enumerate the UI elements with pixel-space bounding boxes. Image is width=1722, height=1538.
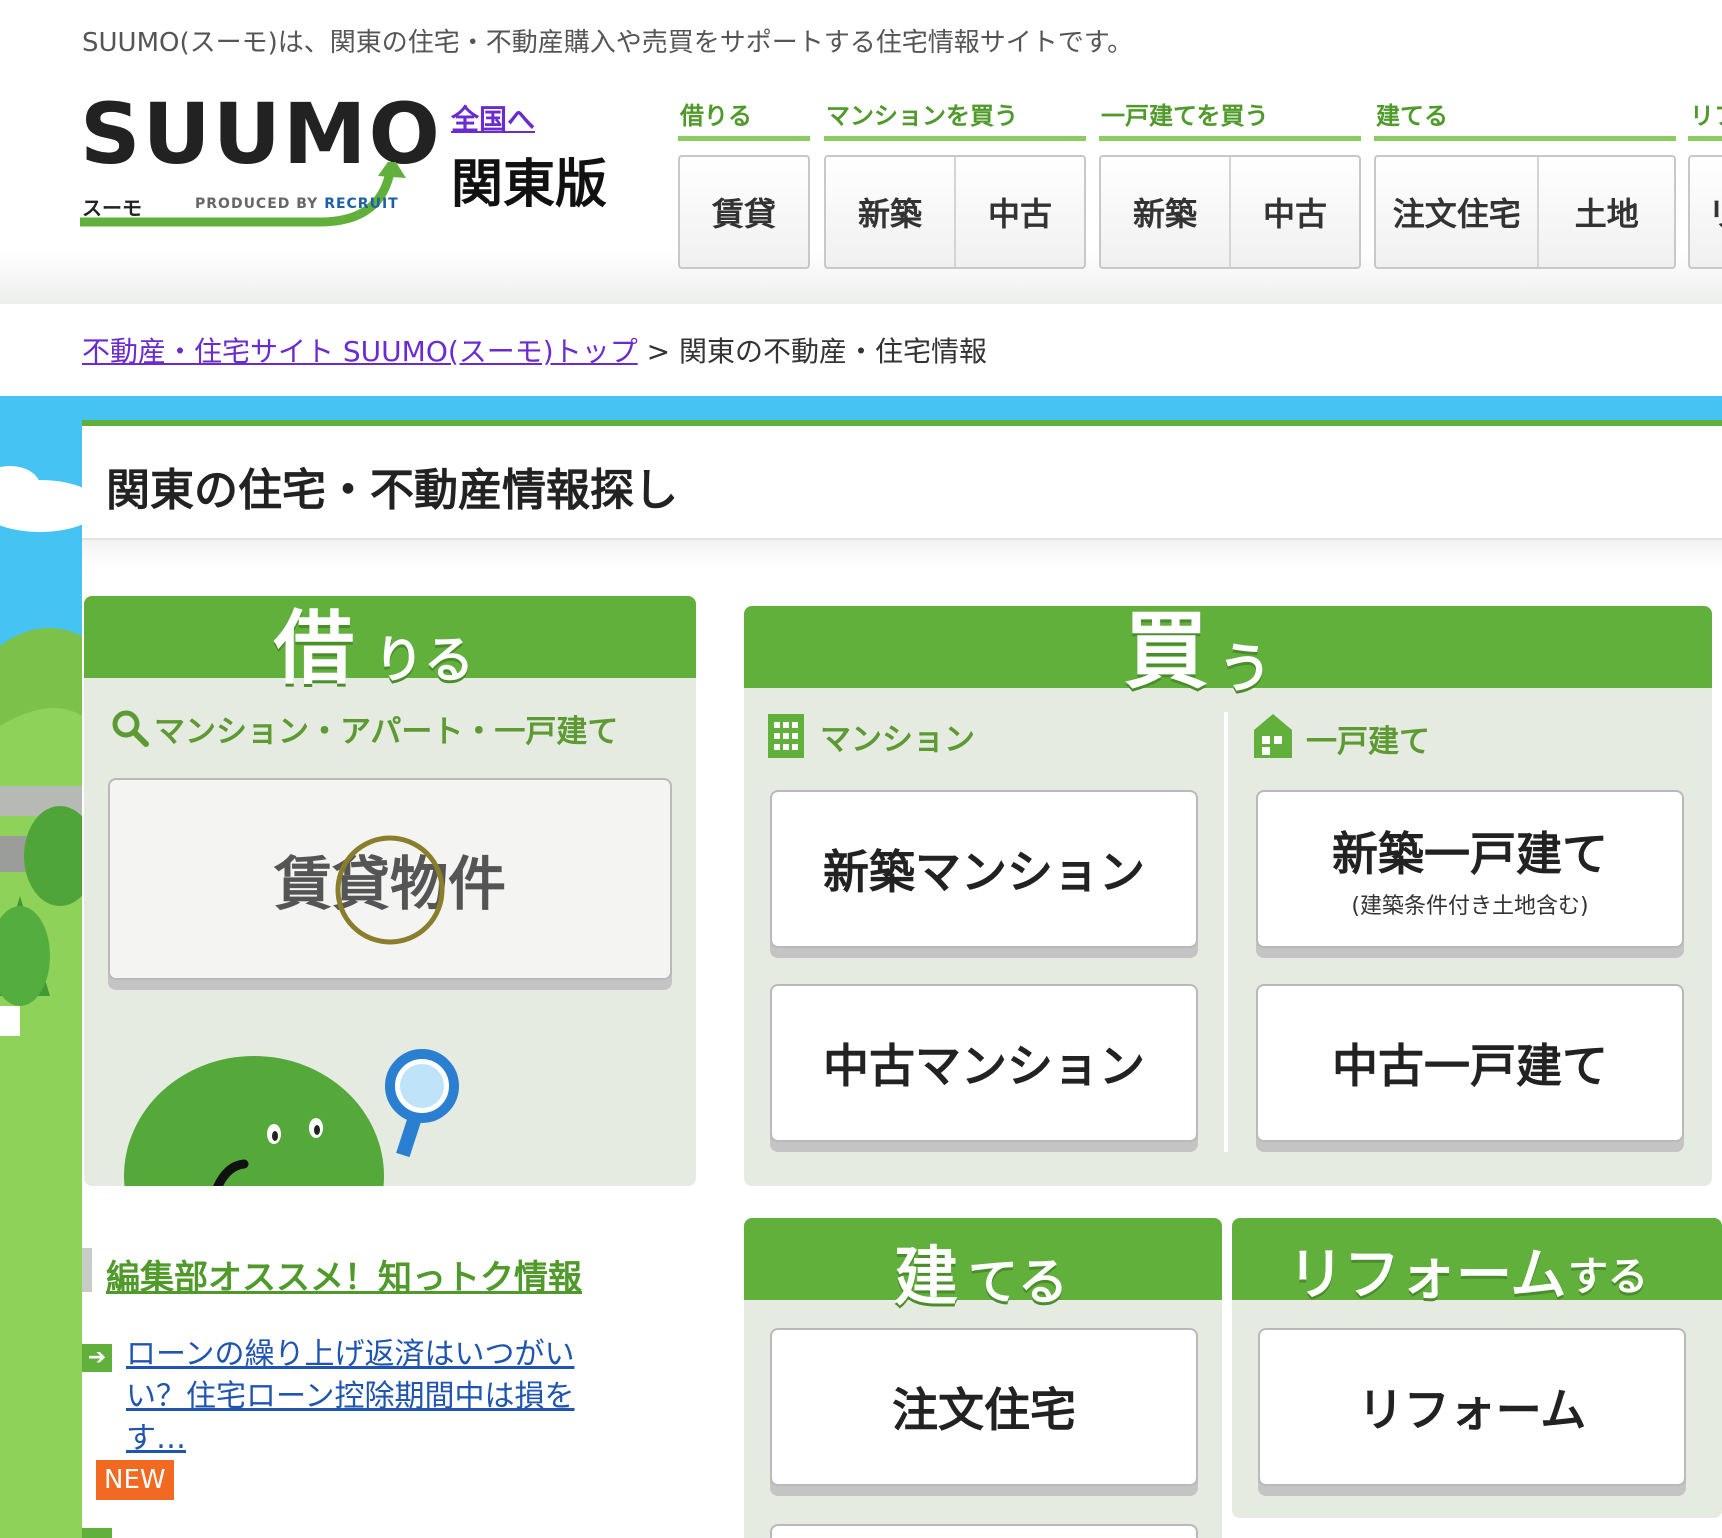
used-house-label: 中古一戸建て [1332, 1039, 1608, 1093]
logo-kana: スーモ [82, 196, 142, 220]
new-house-label: 新築一戸建て [1332, 827, 1608, 881]
site-tagline: SUUMO(スーモ)は、関東の住宅・不動産購入や売買をサポートする住宅情報サイト… [82, 28, 1134, 58]
suumo-mascot-icon [124, 1049, 459, 1186]
search-icon [112, 710, 149, 747]
buy-panel: 買 う マンション 一戸建て 新築マンション 新築一戸建て (建築条件付き土地含… [744, 606, 1712, 1186]
breadcrumb-current: 関東の不動産・住宅情報 [679, 335, 988, 368]
nav-rent-chintai-button[interactable]: 賃貸 [680, 157, 808, 267]
recommend-item-link[interactable]: ローンの繰り上げ返済はいつがいい？住宅ローン控除期間中は損をす… [126, 1334, 626, 1460]
rent-heading-big: 借 [274, 602, 354, 695]
nav-house-new-button[interactable]: 新築 [1101, 157, 1231, 267]
new-house-sublabel: (建築条件付き土地含む) [1351, 894, 1589, 919]
buy-heading-big: 買 [1124, 606, 1209, 700]
custom-home-label: 注文住宅 [892, 1383, 1076, 1437]
reform-panel: リフォーム する リフォーム [1232, 1218, 1722, 1518]
reform-heading-big: リフォーム [1288, 1243, 1567, 1308]
nav-house-used-button[interactable]: 中古 [1231, 157, 1359, 267]
buy-heading-small: う [1218, 637, 1272, 700]
build-panel-header: 建 てる [744, 1218, 1222, 1315]
reform-button[interactable]: リフォーム [1258, 1328, 1686, 1486]
land-button-partial[interactable] [770, 1524, 1198, 1538]
new-house-button[interactable]: 新築一戸建て (建築条件付き土地含む) [1256, 790, 1684, 948]
breadcrumb-home-link[interactable]: 不動産・住宅サイト SUUMO(スーモ)トップ [82, 335, 638, 368]
buy-panel-header: 買 う [744, 606, 1712, 700]
region-label: 関東版 [451, 155, 608, 215]
next-item-arrow-icon [82, 1528, 112, 1538]
recommend-heading-link[interactable]: 編集部オススメ！知っトク情報 [106, 1250, 582, 1299]
nav-group-reform: リフ リ [1688, 96, 1722, 269]
site-header: SUUMO(スーモ)は、関東の住宅・不動産購入や売買をサポートする住宅情報サイト… [0, 0, 1722, 304]
new-mansion-label: 新築マンション [823, 845, 1145, 899]
logo-produced-by: PRODUCED BY RECRUIT [195, 196, 399, 212]
build-panel: 建 てる 注文住宅 [744, 1218, 1222, 1538]
nav-group-build: 建てる 注文住宅 土地 [1374, 96, 1676, 269]
buy-column-divider [1224, 712, 1228, 1152]
arrow-right-icon: ➔ [82, 1344, 112, 1372]
mansion-building-icon [768, 714, 804, 758]
nav-reform-button[interactable]: リ [1690, 157, 1722, 267]
reform-panel-header: リフォーム する [1232, 1218, 1722, 1308]
reform-label: リフォーム [1357, 1383, 1587, 1437]
custom-home-button[interactable]: 注文住宅 [770, 1328, 1198, 1486]
used-mansion-label: 中古マンション [823, 1039, 1145, 1093]
breadcrumb: 不動産・住宅サイト SUUMO(スーモ)トップ > 関東の不動産・住宅情報 [82, 330, 987, 370]
nationwide-link[interactable]: 全国へ [451, 98, 535, 138]
used-mansion-button[interactable]: 中古マンション [770, 984, 1198, 1142]
recommend-heading-bar [82, 1248, 92, 1292]
nav-group-mansion: マンションを買う 新築 中古 [824, 96, 1086, 269]
breadcrumb-separator: > [646, 335, 671, 368]
nav-divider [824, 136, 1086, 141]
nav-build-order-button[interactable]: 注文住宅 [1376, 157, 1540, 267]
nav-divider [1374, 136, 1676, 141]
page-title: 関東の住宅・不動産情報探し [106, 465, 678, 516]
nav-title-reform[interactable]: リフ [1688, 96, 1722, 136]
suumo-logo[interactable]: SUUMO スーモ PRODUCED BY RECRUIT [80, 92, 440, 227]
rent-section-label: マンション・アパート・一戸建て [154, 714, 619, 750]
nav-title-house[interactable]: 一戸建てを買う [1099, 96, 1361, 136]
nav-build-land-button[interactable]: 土地 [1539, 157, 1674, 267]
cursor-highlight-circle [335, 835, 445, 945]
landscape-illustration [0, 466, 82, 1538]
nav-group-house: 一戸建てを買う 新築 中古 [1099, 96, 1361, 269]
nav-mansion-used-button[interactable]: 中古 [956, 157, 1084, 267]
title-shade [82, 540, 1722, 570]
nav-divider [678, 136, 810, 141]
buy-mansion-label: マンション [820, 722, 975, 758]
rent-panel-header: 借 りる [84, 596, 696, 695]
new-badge: NEW [96, 1460, 174, 1500]
nav-group-rent: 借りる 賃貸 [678, 96, 810, 269]
nav-mansion-new-button[interactable]: 新築 [826, 157, 956, 267]
rent-heading-small: りる [374, 631, 474, 689]
nav-divider [1099, 136, 1361, 141]
build-heading-big: 建 [894, 1241, 958, 1315]
nav-title-build[interactable]: 建てる [1374, 96, 1676, 136]
build-heading-small: てる [968, 1253, 1068, 1311]
new-mansion-button[interactable]: 新築マンション [770, 790, 1198, 948]
reform-heading-small: する [1568, 1254, 1648, 1300]
nav-divider [1688, 136, 1722, 141]
used-house-button[interactable]: 中古一戸建て [1256, 984, 1684, 1142]
nav-title-rent[interactable]: 借りる [678, 96, 810, 136]
nav-title-mansion[interactable]: マンションを買う [824, 96, 1086, 136]
buy-house-label: 一戸建て [1306, 724, 1430, 760]
rent-panel: 借 りる マンション・アパート・一戸建て 賃貸物件 [84, 596, 696, 1186]
house-icon [1254, 714, 1292, 758]
